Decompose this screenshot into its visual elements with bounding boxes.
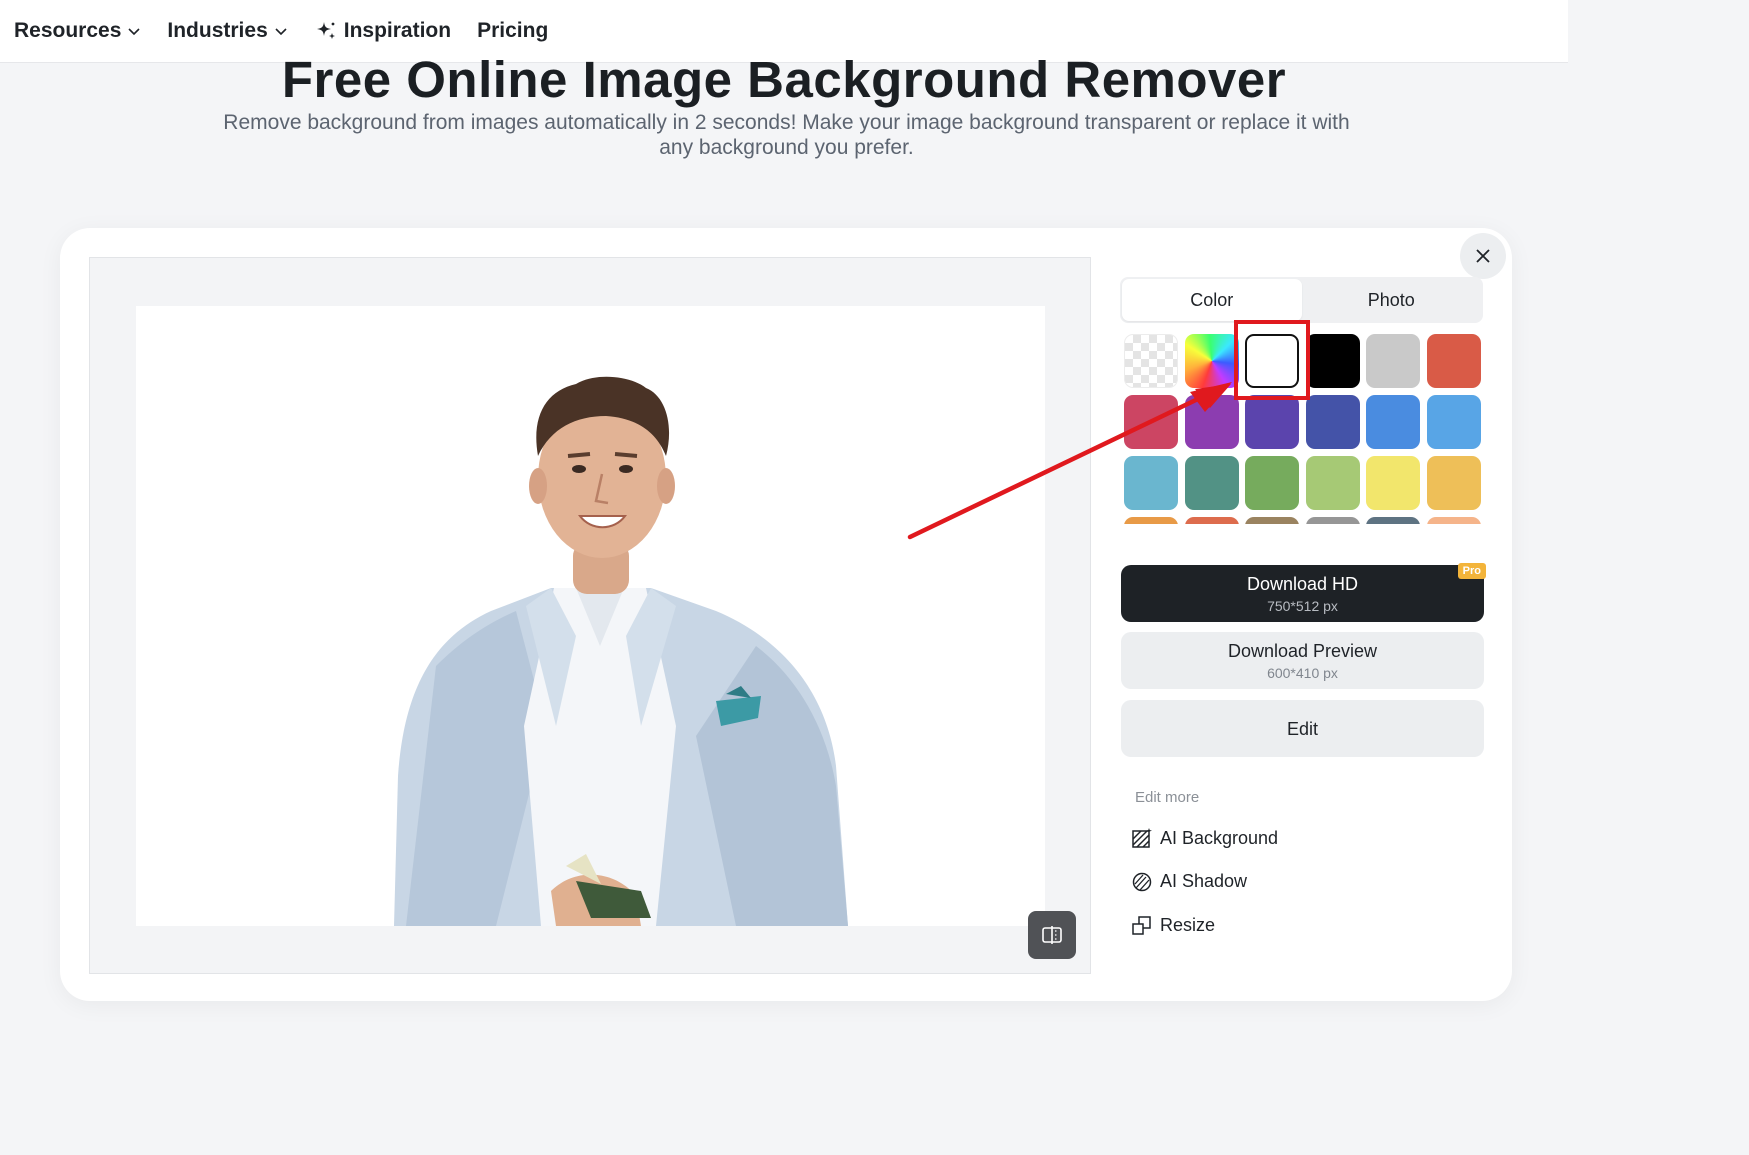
edit-button-label: Edit: [1286, 718, 1319, 739]
color-swatch[interactable]: [1184, 395, 1239, 449]
nav-item-label: Pricing: [477, 19, 549, 42]
close-button[interactable]: [1460, 233, 1506, 279]
nav-item-resources[interactable]: Resources: [14, 7, 141, 55]
compare-toggle-button[interactable]: [1028, 911, 1076, 959]
page-title: Free Online Image Background Remover: [281, 52, 1287, 108]
download-hd-button[interactable]: Download HD 750*512 px Pro: [1121, 563, 1486, 622]
swatch-transparent[interactable]: [1124, 334, 1178, 388]
color-swatch[interactable]: [1124, 517, 1178, 524]
color-swatch[interactable]: [1305, 517, 1360, 524]
tool-label: AI Background: [1160, 827, 1279, 848]
color-swatch[interactable]: [1426, 456, 1481, 510]
nav-item-inspiration[interactable]: Inspiration: [314, 7, 451, 55]
color-swatch[interactable]: [1245, 395, 1299, 449]
page-subtitle: Remove background from images automatica…: [214, 110, 1359, 160]
ai-shadow-icon: [1132, 872, 1152, 892]
close-icon: [1476, 249, 1490, 263]
nav-item-label: Inspiration: [343, 19, 452, 42]
tool-label: AI Shadow: [1160, 870, 1248, 891]
compare-split-icon: [1042, 926, 1062, 944]
chevron-down-icon: [128, 28, 140, 36]
color-swatch[interactable]: [1366, 395, 1420, 449]
color-swatch[interactable]: [1366, 517, 1420, 524]
nav-item-industries[interactable]: Industries: [167, 7, 287, 55]
nav-item-label: Industries: [167, 19, 268, 42]
color-swatch[interactable]: [1426, 517, 1481, 524]
chevron-down-icon: [275, 28, 287, 36]
download-preview-label: Download Preview: [1227, 640, 1378, 661]
color-swatch[interactable]: [1305, 395, 1360, 449]
edit-button[interactable]: Edit: [1121, 700, 1484, 757]
color-swatch[interactable]: [1184, 456, 1239, 510]
editor-card: Color Photo Download HD 750*512 px Pro D…: [60, 228, 1512, 1001]
resize-icon: [1132, 916, 1151, 935]
download-hd-label: Download HD: [1246, 573, 1359, 594]
color-swatch[interactable]: [1366, 334, 1420, 388]
edit-more-label: Edit more: [1135, 789, 1200, 806]
tab-color[interactable]: Color: [1122, 279, 1302, 321]
nav-item-pricing[interactable]: Pricing: [477, 7, 548, 55]
color-swatch[interactable]: [1426, 395, 1481, 449]
color-swatch[interactable]: [1305, 334, 1360, 388]
image-preview-area: [89, 257, 1091, 974]
subtitle-line-2: any background you prefer.: [659, 136, 914, 159]
download-hd-size: 750*512 px: [1267, 597, 1338, 614]
ai-background-icon: [1132, 828, 1152, 848]
background-type-tabs: Color Photo: [1120, 277, 1483, 323]
color-swatch[interactable]: [1245, 456, 1299, 510]
color-swatch[interactable]: [1124, 456, 1178, 510]
swatch-selected-white[interactable]: [1245, 334, 1299, 388]
download-preview-button[interactable]: Download Preview 600*410 px: [1121, 632, 1484, 689]
pro-badge: Pro: [1457, 563, 1486, 579]
color-swatch[interactable]: [1245, 517, 1299, 524]
color-swatch[interactable]: [1184, 517, 1239, 524]
result-image: [136, 306, 1045, 926]
color-swatch-grid: [1124, 334, 1484, 524]
subtitle-line-1: Remove background from images automatica…: [223, 111, 1350, 134]
tool-label: Resize: [1160, 914, 1216, 935]
tab-photo[interactable]: Photo: [1302, 279, 1482, 321]
sparkle-icon: [316, 22, 335, 39]
tool-ai-shadow[interactable]: AI Shadow: [1131, 868, 1247, 894]
color-swatch[interactable]: [1426, 334, 1481, 388]
swatch-custom-color-picker[interactable]: [1184, 334, 1239, 388]
nav-item-label: Resources: [14, 19, 122, 42]
tool-resize[interactable]: Resize: [1131, 912, 1215, 938]
color-swatch[interactable]: [1366, 456, 1420, 510]
color-swatch[interactable]: [1305, 456, 1360, 510]
color-swatch[interactable]: [1124, 395, 1178, 449]
download-preview-size: 600*410 px: [1267, 664, 1338, 681]
person-cutout-illustration: [394, 376, 848, 926]
tool-ai-background[interactable]: AI Background: [1131, 825, 1278, 851]
